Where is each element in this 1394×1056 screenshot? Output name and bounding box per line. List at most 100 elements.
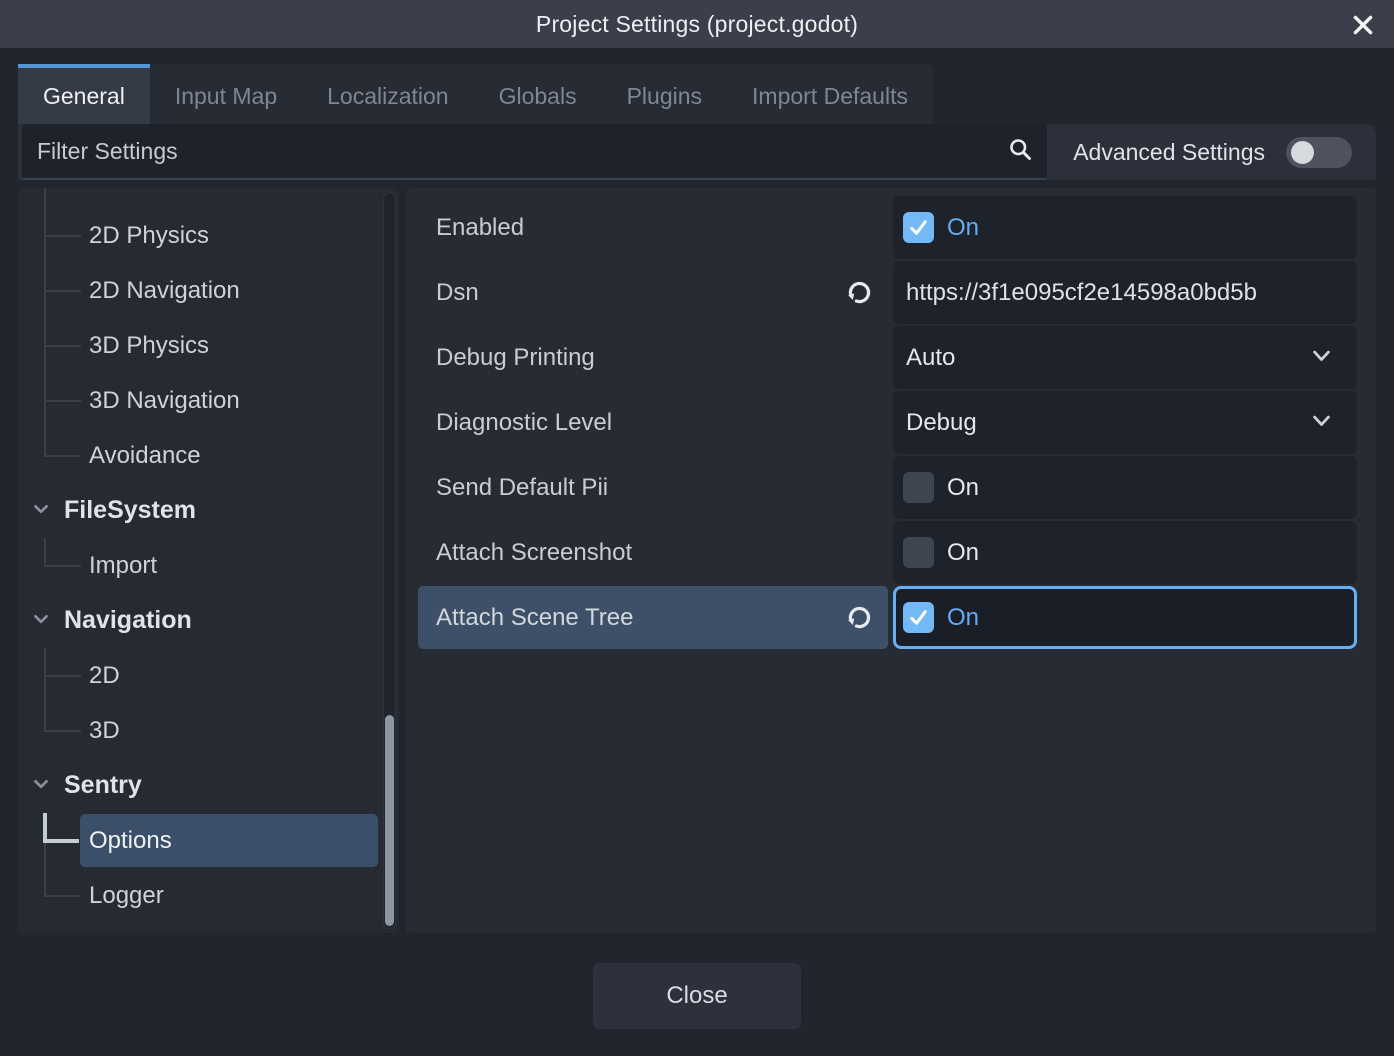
diagnostic-level-dropdown[interactable]: Debug	[893, 391, 1357, 454]
debug-printing-dropdown[interactable]: Auto	[893, 326, 1357, 389]
tree-guide	[44, 565, 81, 567]
setting-label: Send Default Pii	[418, 456, 888, 519]
sidebar-item-3d-physics[interactable]: 3D Physics	[18, 318, 399, 373]
tree-item-label: Sentry	[64, 771, 142, 800]
setting-label-text: Enabled	[436, 214, 524, 242]
checkbox-value-text: On	[947, 214, 979, 242]
sidebar-item-2d-physics[interactable]: 2D Physics	[18, 208, 399, 263]
tree-scrollbar	[383, 192, 396, 929]
tree-guide	[44, 400, 81, 402]
tab-import-defaults[interactable]: Import Defaults	[727, 64, 933, 124]
setting-value-cell: On	[893, 521, 1357, 584]
tree-guide	[44, 235, 81, 237]
tab-strip: General Input Map Localization Globals P…	[18, 64, 933, 124]
content-area: 2D Physics 2D Navigation 3D Physics 3D N…	[18, 188, 1376, 933]
sidebar-item-filesystem[interactable]: FileSystem	[18, 483, 399, 538]
close-icon[interactable]	[1348, 10, 1378, 40]
setting-label-highlighted[interactable]: Attach Scene Tree	[418, 586, 888, 649]
dialog-title: Project Settings (project.godot)	[536, 11, 858, 38]
setting-value-cell-focused: On	[893, 586, 1357, 649]
tree-guide	[44, 675, 81, 677]
checkbox-checked-icon[interactable]	[903, 212, 934, 243]
tree-guide	[44, 841, 46, 869]
tree-guide	[44, 538, 46, 566]
close-button[interactable]: Close	[593, 963, 801, 1029]
tree-guide	[44, 703, 46, 731]
checkbox-checked-icon[interactable]	[903, 602, 934, 633]
checkbox-unchecked-icon[interactable]	[903, 472, 934, 503]
checkbox-unchecked-icon[interactable]	[903, 537, 934, 568]
tree-guide	[44, 895, 81, 897]
dsn-value-text: https://3f1e095cf2e14598a0bd5b	[906, 279, 1257, 307]
setting-row-diagnostic-level: Diagnostic Level Debug	[418, 391, 1357, 454]
setting-label-text: Send Default Pii	[436, 474, 608, 502]
setting-row-attach-scene-tree: Attach Scene Tree On	[418, 586, 1357, 649]
revert-icon[interactable]	[843, 277, 875, 309]
setting-label: Dsn	[418, 261, 888, 324]
tree-guide	[43, 813, 47, 841]
tree-guide	[44, 345, 81, 347]
sidebar-item-options[interactable]: Options	[18, 813, 399, 868]
sidebar-item-logger[interactable]: Logger	[18, 868, 399, 923]
setting-row-dsn: Dsn https://3f1e095cf2e14598a0bd5b	[418, 261, 1357, 324]
tree-item-label: Import	[89, 552, 157, 580]
setting-label: Attach Screenshot	[418, 521, 888, 584]
tree-item-label: Navigation	[64, 606, 192, 635]
tree-scrollbar-thumb[interactable]	[385, 715, 394, 926]
tree-item-label: 3D	[89, 717, 120, 745]
tree-item-label: Logger	[89, 882, 164, 910]
tree-guide	[43, 839, 79, 843]
tree-guide	[44, 428, 46, 456]
sidebar-item-avoidance[interactable]: Avoidance	[18, 428, 399, 483]
sidebar-item-3d[interactable]: 3D	[18, 703, 399, 758]
sidebar-item-2d-navigation[interactable]: 2D Navigation	[18, 263, 399, 318]
tree-item-label: 2D Physics	[89, 222, 209, 250]
chevron-down-icon	[31, 608, 51, 633]
setting-row-enabled: Enabled On	[418, 196, 1357, 259]
sidebar-item-2d[interactable]: 2D	[18, 648, 399, 703]
setting-label-text: Debug Printing	[436, 344, 595, 372]
sidebar-item-3d-navigation[interactable]: 3D Navigation	[18, 373, 399, 428]
filter-wrap	[22, 124, 1047, 180]
setting-label-text: Attach Screenshot	[436, 539, 632, 567]
tree-guide	[44, 730, 81, 732]
setting-label-text: Attach Scene Tree	[436, 604, 633, 632]
revert-icon[interactable]	[843, 602, 875, 634]
filter-settings-input[interactable]	[22, 124, 1047, 180]
settings-toolbar: Advanced Settings	[18, 124, 1376, 180]
setting-row-attach-screenshot: Attach Screenshot On	[418, 521, 1357, 584]
chevron-down-icon	[1310, 409, 1333, 437]
dropdown-value-text: Auto	[906, 344, 955, 372]
tab-globals[interactable]: Globals	[474, 64, 602, 124]
advanced-settings-label: Advanced Settings	[1073, 139, 1265, 166]
sidebar-item-navigation[interactable]: Navigation	[18, 593, 399, 648]
toggle-knob	[1291, 141, 1314, 164]
setting-label: Enabled	[418, 196, 888, 259]
settings-tree: 2D Physics 2D Navigation 3D Physics 3D N…	[18, 188, 399, 933]
sidebar-item-import[interactable]: Import	[18, 538, 399, 593]
tree-item-label: 2D Navigation	[89, 277, 240, 305]
tree-item-label: 3D Physics	[89, 332, 209, 360]
tab-localization[interactable]: Localization	[302, 64, 473, 124]
setting-label-text: Dsn	[436, 279, 479, 307]
tab-plugins[interactable]: Plugins	[602, 64, 727, 124]
chevron-down-icon	[31, 773, 51, 798]
dsn-text-field[interactable]: https://3f1e095cf2e14598a0bd5b	[893, 261, 1357, 324]
settings-panel: Enabled On Dsn	[406, 188, 1376, 933]
tree-item-label: FileSystem	[64, 496, 196, 525]
tree-item-label: Avoidance	[89, 442, 201, 470]
tree-item-label: 3D Navigation	[89, 387, 240, 415]
dialog-footer: Close	[18, 963, 1376, 1029]
tab-general[interactable]: General	[18, 64, 150, 124]
chevron-down-icon	[31, 498, 51, 523]
setting-value-cell: On	[893, 196, 1357, 259]
advanced-settings-toggle[interactable]	[1286, 137, 1352, 168]
tree-guide	[44, 455, 81, 457]
tree-guide	[44, 188, 46, 208]
titlebar: Project Settings (project.godot)	[0, 0, 1394, 48]
tab-input-map[interactable]: Input Map	[150, 64, 302, 124]
search-icon	[1007, 136, 1034, 168]
setting-label: Debug Printing	[418, 326, 888, 389]
setting-label-text: Diagnostic Level	[436, 409, 612, 437]
sidebar-item-sentry[interactable]: Sentry	[18, 758, 399, 813]
